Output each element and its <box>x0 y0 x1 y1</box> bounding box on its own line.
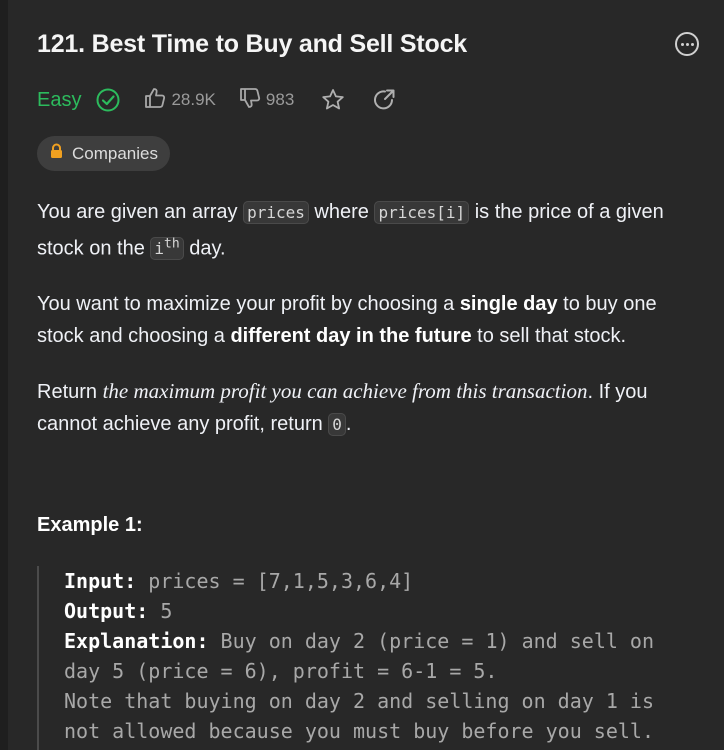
thumbs-up-icon <box>143 86 167 115</box>
left-edge-bar <box>0 0 8 750</box>
title-row: 121. Best Time to Buy and Sell Stock <box>37 27 699 61</box>
code-prices: prices <box>243 201 309 224</box>
example-explanation-line-2: day 5 (price = 6), profit = 6-1 = 5. <box>64 659 498 683</box>
solved-check-icon <box>95 87 121 113</box>
code-prices-i: prices[i] <box>374 201 470 224</box>
companies-button[interactable]: Companies <box>37 136 170 171</box>
problem-description: You are given an array prices where pric… <box>37 196 707 464</box>
star-icon[interactable] <box>320 87 346 113</box>
code-i-th: ith <box>150 237 184 261</box>
difficulty-badge: Easy <box>37 88 82 111</box>
description-paragraph-2: You want to maximize your profit by choo… <box>37 293 657 348</box>
example-note-line-1: Note that buying on day 2 and selling on… <box>64 689 655 713</box>
thumbs-down-icon <box>238 86 262 115</box>
description-paragraph-1: You are given an array prices where pric… <box>37 201 664 261</box>
example-output-line: Output: 5 <box>64 599 173 623</box>
description-paragraph-3: Return the maximum profit you can achiev… <box>37 379 648 437</box>
likes-count: 28.9K <box>171 90 216 109</box>
like-button[interactable]: 28.9K <box>143 86 216 115</box>
more-options-icon[interactable] <box>675 32 699 56</box>
share-icon[interactable] <box>372 87 398 113</box>
example-explanation-line: Explanation: Buy on day 2 (price = 1) an… <box>64 629 655 653</box>
problem-title: 121. Best Time to Buy and Sell Stock <box>37 30 467 58</box>
dislikes-count: 983 <box>265 90 295 109</box>
example-block: Input: prices = [7,1,5,3,6,4] Output: 5 … <box>37 566 707 750</box>
companies-label: Companies <box>72 143 158 163</box>
lock-icon <box>49 143 64 164</box>
example-title: Example 1: <box>37 514 143 536</box>
example-note-line-2: not allowed because you must buy before … <box>64 719 655 743</box>
dislike-button[interactable]: 983 <box>238 86 294 115</box>
example-input-line: Input: prices = [7,1,5,3,6,4] <box>64 569 414 593</box>
meta-row: Easy 28.9K 983 <box>37 84 637 116</box>
code-zero: 0 <box>328 413 346 437</box>
